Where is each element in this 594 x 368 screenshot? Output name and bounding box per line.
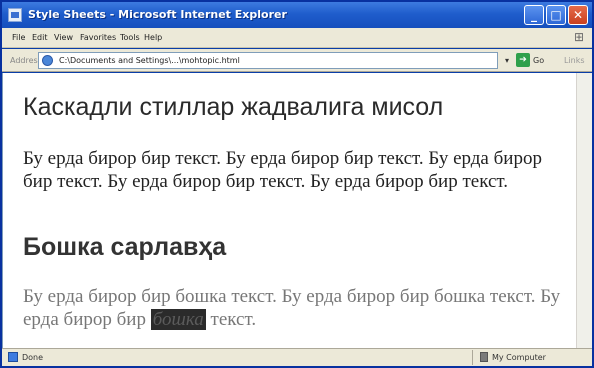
paragraph-1: Бу ерда бирор бир текст. Бу ерда бирор б… xyxy=(23,148,542,192)
minimize-button[interactable]: _ xyxy=(524,5,544,25)
title-bar[interactable]: Style Sheets - Microsoft Internet Explor… xyxy=(2,2,592,28)
ie-window: Style Sheets - Microsoft Internet Explor… xyxy=(0,0,594,368)
menu-view[interactable]: View xyxy=(54,33,73,42)
ie-status-icon xyxy=(8,352,18,362)
address-dropdown-button[interactable]: ▾ xyxy=(500,53,514,68)
address-bar: Address C:\Documents and Settings\...\mo… xyxy=(2,49,592,72)
close-icon: ✕ xyxy=(572,8,584,22)
status-text: Done xyxy=(22,353,44,362)
page-content: Каскадли стиллар жадвалига мисол Бу ерда… xyxy=(2,73,592,348)
go-button[interactable]: Go xyxy=(533,56,544,65)
maximize-button[interactable]: □ xyxy=(546,5,566,25)
selected-word[interactable]: бошка xyxy=(150,309,206,330)
status-bar: Done My Computer xyxy=(2,348,592,366)
links-button[interactable]: Links xyxy=(564,56,585,65)
address-input[interactable]: C:\Documents and Settings\...\mohtopic.h… xyxy=(38,52,498,69)
section-heading: Бошка сарлавҳа xyxy=(23,233,227,261)
computer-icon xyxy=(480,352,488,362)
menu-tools[interactable]: Tools xyxy=(120,33,140,42)
page-icon xyxy=(42,55,53,66)
close-button[interactable]: ✕ xyxy=(568,5,588,25)
vertical-scrollbar[interactable] xyxy=(576,73,592,348)
windows-logo-icon: ⊞ xyxy=(573,30,585,44)
go-arrow-icon[interactable]: ➔ xyxy=(516,53,530,67)
menu-favorites[interactable]: Favorites xyxy=(80,33,116,42)
paragraph-2-text-start: Бу ерда бирор бир бошка текст. Бу ерда б… xyxy=(23,286,561,330)
ie-page-icon xyxy=(8,8,22,22)
paragraph-2-text-end: текст. xyxy=(205,309,257,330)
minimize-icon: _ xyxy=(531,8,537,22)
paragraph-2: Бу ерда бирор бир бошка текст. Бу ерда б… xyxy=(23,285,568,331)
menu-edit[interactable]: Edit xyxy=(32,33,48,42)
menu-file[interactable]: File xyxy=(12,33,25,42)
security-zone: My Computer xyxy=(492,353,546,362)
status-divider xyxy=(472,350,473,365)
page-heading: Каскадли стиллар жадвалига мисол xyxy=(23,93,444,121)
address-url: C:\Documents and Settings\...\mohtopic.h… xyxy=(59,56,240,65)
window-title: Style Sheets - Microsoft Internet Explor… xyxy=(28,8,287,21)
menu-bar: File Edit View Favorites Tools Help ⊞ xyxy=(2,28,592,48)
menu-help[interactable]: Help xyxy=(144,33,162,42)
maximize-icon: □ xyxy=(550,8,562,22)
